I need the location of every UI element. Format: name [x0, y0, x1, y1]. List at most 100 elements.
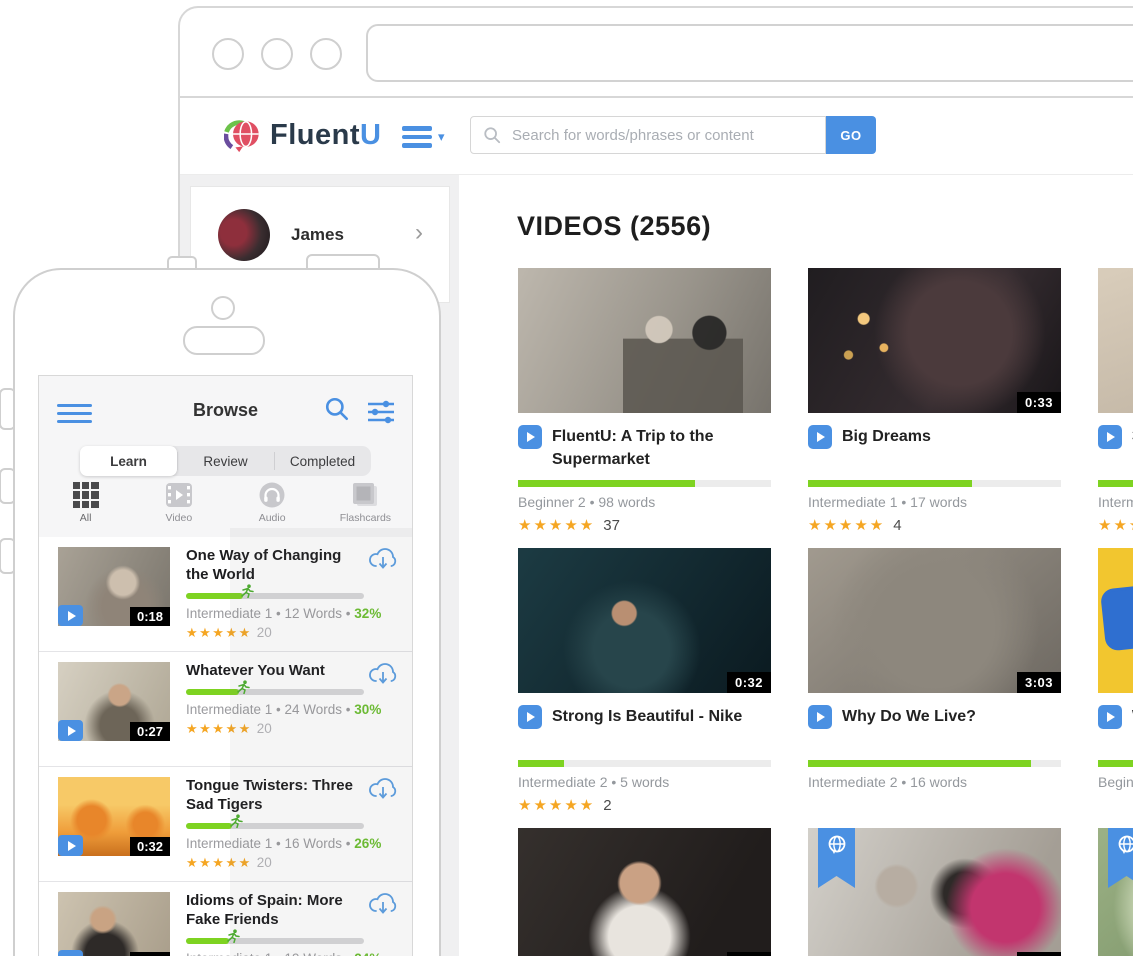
video-meta: Beginner	[1098, 774, 1133, 790]
video-card[interactable]	[1098, 828, 1133, 956]
window-close-button[interactable]	[212, 38, 244, 70]
page-title: VIDEOS (2556)	[517, 211, 711, 242]
phone-screen: Browse	[38, 375, 413, 956]
video-title[interactable]: Idioms of Spain: More Fake Friends	[186, 892, 354, 930]
play-icon[interactable]	[58, 720, 83, 741]
video-title[interactable]: Whatever You Want	[186, 662, 354, 681]
phone-camera	[211, 296, 235, 320]
tab-completed[interactable]: Completed	[274, 446, 371, 476]
video-title[interactable]: FluentU: A Trip to the Supermarket	[552, 425, 771, 471]
rating-count: 20	[257, 625, 272, 640]
filter-label: Video	[166, 512, 193, 524]
window-maximize-button[interactable]	[310, 38, 342, 70]
tab-learn[interactable]: Learn	[80, 446, 177, 476]
download-cloud-icon[interactable]	[368, 892, 398, 921]
video-title[interactable]: Tongue Twisters: Three Sad Tigers	[186, 777, 354, 815]
filter-all[interactable]: All	[39, 482, 132, 537]
video-thumbnail[interactable]: 0:32	[518, 548, 771, 693]
video-thumbnail[interactable]: 0:27	[58, 662, 170, 741]
video-thumbnail[interactable]: 0:33	[808, 268, 1061, 413]
video-card[interactable]: 0:14	[518, 828, 771, 956]
video-thumbnail[interactable]	[1098, 548, 1133, 693]
app-header: FluentU ▾ GO	[180, 98, 1133, 175]
nav-menu-button[interactable]: ▾	[402, 122, 445, 152]
play-icon[interactable]	[1098, 705, 1122, 729]
video-card[interactable]: 0:33 Big Dreams Intermediate 1 • 17 word…	[808, 268, 1061, 545]
video-thumbnail[interactable]: 3:03	[808, 548, 1061, 693]
download-cloud-icon[interactable]	[368, 662, 398, 691]
phone-content-filters: All Video	[39, 482, 412, 537]
video-title[interactable]: Why Do We Live?	[842, 705, 976, 751]
audio-icon	[259, 482, 285, 508]
globe-icon	[1115, 834, 1133, 858]
video-thumbnail[interactable]	[518, 268, 771, 413]
video-card[interactable]: 0:32 Strong Is Beautiful - Nike Intermed…	[518, 548, 771, 825]
phone-search-icon[interactable]	[324, 396, 350, 427]
video-card[interactable]: 3:01	[808, 828, 1061, 956]
avatar	[218, 209, 270, 261]
play-icon[interactable]	[808, 425, 832, 449]
video-thumbnail[interactable]: 0:18	[58, 892, 170, 956]
video-title[interactable]: One Way of Changing the World	[186, 547, 354, 585]
duration-badge: 0:18	[130, 607, 170, 626]
star-rating: ★★★★★20	[186, 855, 400, 871]
star-rating: ★★★★★	[518, 796, 595, 814]
tab-review[interactable]: Review	[177, 446, 274, 476]
play-icon[interactable]	[1098, 425, 1122, 449]
play-icon[interactable]	[518, 705, 542, 729]
filter-video[interactable]: Video	[132, 482, 225, 537]
phone-filter-sliders-icon[interactable]	[366, 398, 396, 429]
search-input[interactable]	[510, 126, 813, 145]
video-title[interactable]: Big Dreams	[842, 425, 931, 471]
duration-badge: 0:18	[130, 952, 170, 956]
video-card[interactable]: W Beginner	[1098, 548, 1133, 825]
duration-badge: 0:32	[130, 837, 170, 856]
search-field[interactable]	[470, 116, 826, 154]
video-card[interactable]: 3:03 Why Do We Live? Intermediate 2 • 16…	[808, 548, 1061, 825]
duration-badge: 0:27	[130, 722, 170, 741]
logo-wordmark: FluentU	[270, 119, 381, 152]
video-meta: Intermediate 2 • 16 words	[808, 774, 1061, 790]
rating-count: 37	[603, 517, 620, 534]
progress-bar	[186, 689, 364, 695]
progress-bar	[808, 760, 1061, 767]
chevron-down-icon: ▾	[438, 129, 445, 145]
video-thumbnail[interactable]: 0:18	[58, 547, 170, 626]
go-button[interactable]: GO	[826, 116, 876, 154]
video-thumbnail[interactable]: 0:32	[58, 777, 170, 856]
play-icon[interactable]	[808, 705, 832, 729]
phone-segmented-control: Learn Review Completed	[80, 446, 371, 476]
list-item[interactable]: 0:32 Tongue Twisters: Three Sad Tigers I	[39, 767, 412, 882]
list-item[interactable]: 0:18 Idioms of Spain: More Fake Friends	[39, 882, 412, 956]
hamburger-icon	[402, 122, 432, 152]
list-item[interactable]: 0:18 One Way of Changing the World Inter	[39, 537, 412, 652]
video-thumbnail[interactable]: 0:14	[518, 828, 771, 956]
progress-bar	[1098, 760, 1133, 767]
filter-audio[interactable]: Audio	[226, 482, 319, 537]
video-thumbnail[interactable]	[1098, 268, 1133, 413]
download-cloud-icon[interactable]	[368, 547, 398, 576]
progress-bar	[1098, 480, 1133, 487]
main-content: VIDEOS (2556) FluentU: A Trip to the Sup…	[459, 175, 1133, 956]
video-thumbnail[interactable]	[1098, 828, 1133, 956]
video-card[interactable]: 3 Intermediate ★★★	[1098, 268, 1133, 545]
window-minimize-button[interactable]	[261, 38, 293, 70]
runner-icon	[236, 680, 250, 699]
play-icon[interactable]	[58, 950, 83, 956]
video-meta: Beginner 2 • 98 words	[518, 494, 771, 510]
list-item[interactable]: 0:27 Whatever You Want Intermediate 1 •	[39, 652, 412, 767]
video-thumbnail[interactable]: 3:01	[808, 828, 1061, 956]
filter-flashcards[interactable]: Flashcards	[319, 482, 412, 537]
progress-bar	[808, 480, 1061, 487]
rating-count: 20	[257, 721, 272, 736]
play-icon[interactable]	[518, 425, 542, 449]
video-title[interactable]: Strong Is Beautiful - Nike	[552, 705, 742, 751]
play-icon[interactable]	[58, 605, 83, 626]
fluentu-logo[interactable]: FluentU	[224, 116, 381, 154]
download-cloud-icon[interactable]	[368, 777, 398, 806]
star-rating: ★★★	[1098, 516, 1133, 534]
url-bar[interactable]	[366, 24, 1133, 82]
play-icon[interactable]	[58, 835, 83, 856]
fluentu-globe-icon	[224, 116, 262, 154]
video-card[interactable]: FluentU: A Trip to the Supermarket Begin…	[518, 268, 771, 545]
